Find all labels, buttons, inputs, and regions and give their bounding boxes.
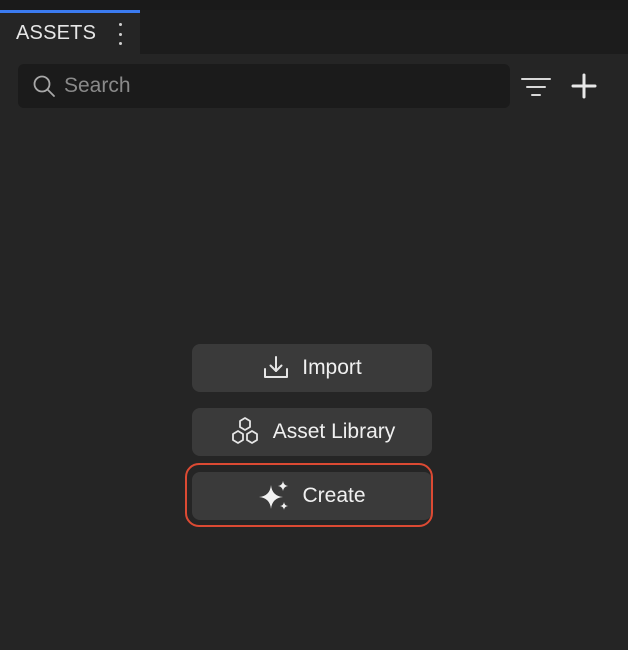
- kebab-menu-icon[interactable]: [114, 23, 126, 45]
- asset-library-button[interactable]: Asset Library: [192, 408, 432, 456]
- import-label: Import: [302, 356, 362, 379]
- plus-icon: [571, 73, 597, 99]
- download-icon: [262, 354, 290, 382]
- sparkles-icon: [258, 480, 290, 512]
- search-icon: [33, 75, 55, 97]
- create-button[interactable]: Create: [192, 472, 432, 520]
- hexagons-icon: [229, 417, 261, 447]
- create-label: Create: [302, 484, 366, 507]
- tab-assets[interactable]: ASSETS: [0, 10, 140, 54]
- import-button[interactable]: Import: [192, 344, 432, 392]
- asset-library-label: Asset Library: [272, 420, 396, 443]
- filter-button[interactable]: [518, 70, 554, 104]
- filter-icon: [521, 78, 551, 96]
- search-box[interactable]: [18, 64, 510, 108]
- tab-assets-label: ASSETS: [16, 22, 97, 44]
- add-asset-button[interactable]: [566, 68, 602, 104]
- search-input[interactable]: [62, 73, 486, 99]
- top-bar: [0, 0, 628, 10]
- assets-panel: ASSETS Import: [0, 0, 628, 650]
